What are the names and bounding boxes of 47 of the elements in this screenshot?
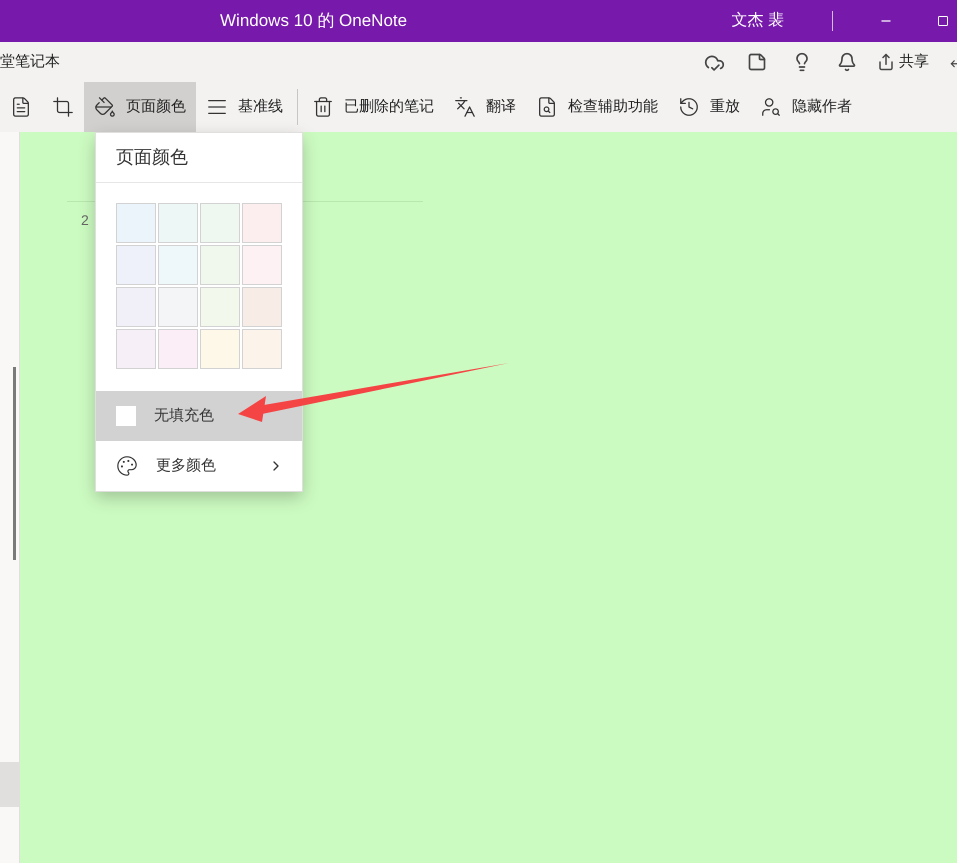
color-swatch[interactable] — [200, 329, 240, 369]
translate-icon — [454, 96, 476, 118]
blank-swatch-icon — [116, 406, 136, 426]
share-icon — [877, 53, 895, 71]
window-title: Windows 10 的 OneNote — [220, 10, 408, 32]
color-swatch[interactable] — [116, 203, 156, 243]
note-icon[interactable] — [747, 52, 767, 72]
user-search-icon — [760, 96, 782, 118]
menu-title: 页面颜色 — [96, 133, 302, 183]
color-swatch[interactable] — [116, 287, 156, 327]
toolbar-button[interactable]: 隐藏作者 — [750, 82, 862, 132]
menu-item[interactable]: 更多颜色 — [96, 441, 302, 491]
toolbar-button[interactable]: 翻译 — [444, 82, 526, 132]
color-swatch[interactable] — [158, 203, 198, 243]
color-swatch[interactable] — [242, 203, 282, 243]
paint-bucket-icon — [94, 96, 116, 118]
selected-page-item[interactable] — [0, 762, 20, 807]
toolbar-button[interactable]: 重放 — [668, 82, 750, 132]
color-swatch[interactable] — [116, 245, 156, 285]
document-search-icon — [536, 96, 558, 118]
menu-item[interactable]: 无填充色 — [96, 391, 302, 441]
color-swatch[interactable] — [158, 287, 198, 327]
color-swatch[interactable] — [242, 245, 282, 285]
palette-icon — [116, 455, 138, 477]
color-swatch[interactable] — [200, 245, 240, 285]
history-icon — [678, 96, 700, 118]
page-date: 2 — [81, 211, 89, 230]
toolbar-button[interactable]: 已删除的笔记 — [302, 82, 444, 132]
color-swatch[interactable] — [116, 329, 156, 369]
maximize-icon[interactable] — [937, 15, 949, 27]
color-swatch[interactable] — [200, 287, 240, 327]
toolbar-button[interactable]: 检查辅助功能 — [526, 82, 668, 132]
color-swatch[interactable] — [200, 203, 240, 243]
notebook-name[interactable]: 堂笔记本 — [0, 50, 60, 74]
color-swatch[interactable] — [242, 287, 282, 327]
color-swatch[interactable] — [242, 329, 282, 369]
user-name[interactable]: 文杰 裴 — [732, 9, 784, 33]
share-button[interactable]: 共享 — [877, 50, 929, 74]
color-swatch[interactable] — [158, 245, 198, 285]
toolbar-button[interactable]: 页面颜色 — [84, 82, 196, 132]
color-swatch[interactable] — [158, 329, 198, 369]
bell-icon[interactable] — [837, 52, 857, 72]
scrollbar[interactable] — [13, 367, 16, 560]
trash-icon — [312, 96, 334, 118]
toolbar-button[interactable]: 基准线 — [196, 82, 293, 132]
page-icon — [10, 96, 32, 118]
frame-icon — [52, 96, 74, 118]
